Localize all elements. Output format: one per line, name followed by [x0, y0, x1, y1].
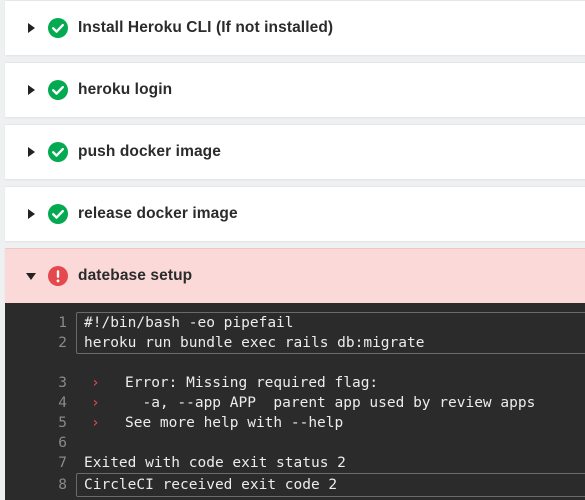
caret-down-icon[interactable] [26, 271, 36, 281]
caret-right-icon[interactable] [26, 147, 36, 157]
line-number: 5 [58, 415, 67, 431]
caret-right-icon[interactable] [26, 209, 36, 219]
line-number: 1 [58, 315, 67, 331]
caret-right-icon[interactable] [26, 23, 36, 33]
caret-right-icon[interactable] [26, 85, 36, 95]
line-number: 8 [58, 477, 67, 493]
terminal-line: 4 › -a, --app APP parent app used by rev… [5, 393, 585, 413]
error-marker-icon: › [91, 415, 100, 431]
line-text: #!/bin/bash -eo pipefail [84, 315, 294, 331]
exclamation-circle-icon [48, 266, 68, 286]
terminal-line: 2 heroku run bundle exec rails db:migrat… [5, 333, 585, 353]
error-marker-icon: › [91, 395, 100, 411]
step-title: Install Heroku CLI (If not installed) [78, 19, 334, 36]
terminal-line: 6 [5, 433, 585, 453]
step-release-docker-image[interactable]: release docker image [5, 186, 585, 241]
error-marker-icon: › [91, 375, 100, 391]
terminal-line: 1 #!/bin/bash -eo pipefail [5, 313, 585, 333]
line-text: Error: Missing required flag: [125, 375, 379, 391]
step-heroku-login[interactable]: heroku login [5, 62, 585, 117]
step-push-docker-image[interactable]: push docker image [5, 124, 585, 179]
line-number: 3 [58, 375, 67, 391]
check-circle-icon [48, 142, 68, 162]
step-title: push docker image [78, 143, 221, 160]
terminal-line: 5 › See more help with --help [5, 413, 585, 433]
line-number: 6 [58, 435, 67, 451]
check-circle-icon [48, 80, 68, 100]
check-circle-icon [48, 18, 68, 38]
line-number: 2 [58, 335, 67, 351]
line-text: See more help with --help [125, 415, 344, 431]
step-output-terminal[interactable]: 1 #!/bin/bash -eo pipefail 2 heroku run … [5, 303, 585, 500]
step-title: heroku login [78, 81, 173, 98]
terminal-line: 8 CircleCI received exit code 2 [5, 475, 585, 495]
step-title: datebase setup [78, 267, 193, 284]
line-text: -a, --app APP parent app used by review … [125, 395, 536, 411]
line-text: CircleCI received exit code 2 [84, 477, 338, 493]
job-steps: Install Heroku CLI (If not installed) he… [0, 0, 585, 500]
step-install-heroku-cli[interactable]: Install Heroku CLI (If not installed) [5, 0, 585, 55]
terminal-line: 3 › Error: Missing required flag: [5, 373, 585, 393]
check-circle-icon [48, 204, 68, 224]
line-number: 4 [58, 395, 67, 411]
line-number: 7 [58, 455, 67, 471]
terminal-line: 7 Exited with code exit status 2 [5, 453, 585, 473]
step-title: release docker image [78, 205, 238, 222]
step-database-setup[interactable]: datebase setup [5, 248, 585, 303]
line-text: heroku run bundle exec rails db:migrate [84, 335, 425, 351]
line-text: Exited with code exit status 2 [84, 455, 346, 471]
